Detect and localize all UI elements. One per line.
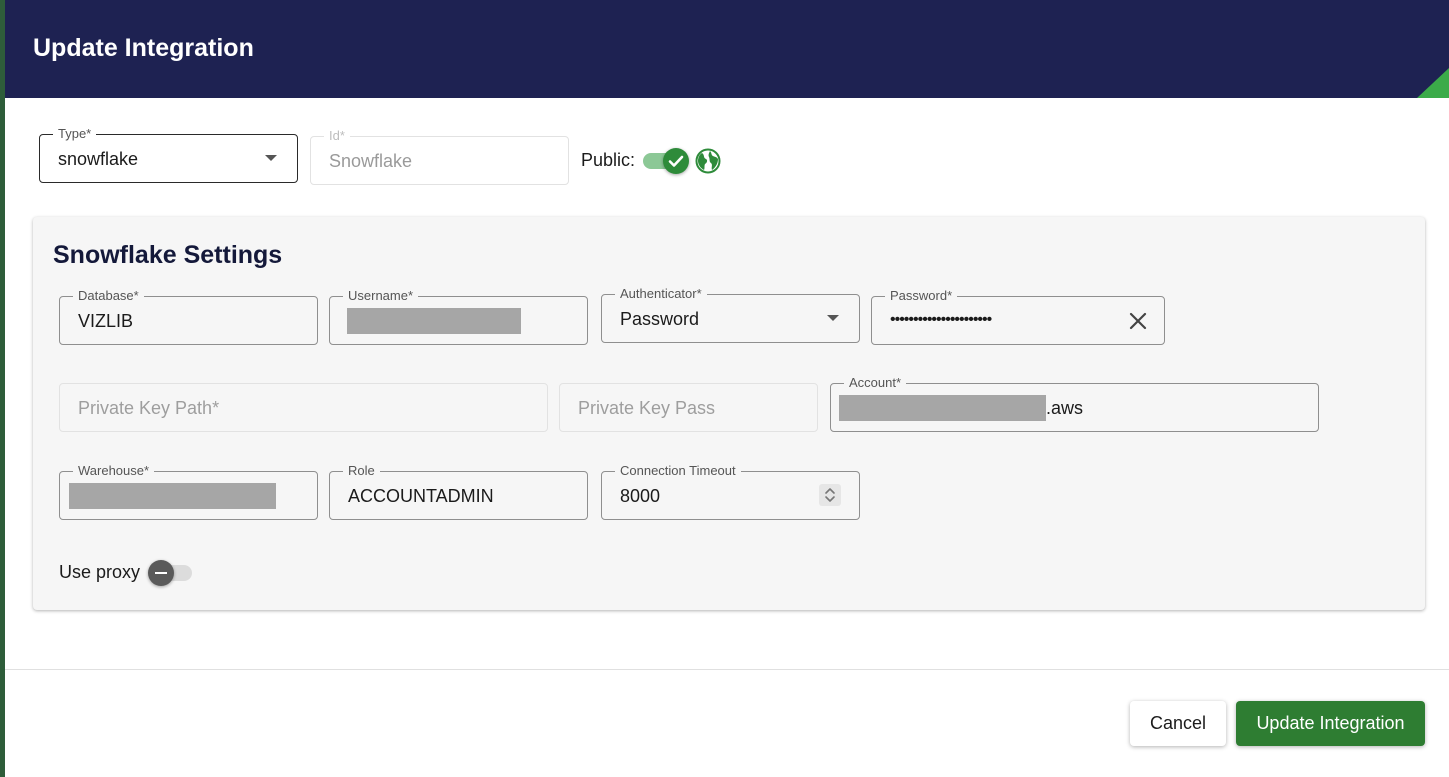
authenticator-label: Authenticator*	[615, 287, 707, 301]
username-field[interactable]: Username*	[329, 289, 588, 345]
username-label: Username*	[343, 289, 419, 303]
username-redacted	[347, 308, 521, 334]
snowflake-settings-panel: Snowflake Settings Database* VIZLIB User…	[33, 217, 1425, 610]
footer-divider	[5, 669, 1449, 670]
private-key-path-placeholder: Private Key Path*	[78, 398, 220, 418]
id-value: Snowflake	[329, 151, 413, 171]
authenticator-value: Password	[620, 309, 700, 329]
account-field[interactable]: Account* .aws	[830, 376, 1319, 432]
private-key-pass-field: Private Key Pass	[559, 383, 818, 432]
password-label: Password*	[885, 289, 958, 303]
check-icon	[663, 148, 689, 174]
password-value: ••••••••••••••••••••••	[890, 311, 992, 328]
account-redacted	[839, 395, 1046, 421]
database-value: VIZLIB	[78, 311, 134, 331]
chevron-down-icon[interactable]	[265, 155, 277, 161]
connection-timeout-field[interactable]: Connection Timeout 8000	[601, 464, 860, 520]
private-key-path-field: Private Key Path*	[59, 383, 548, 432]
warehouse-field[interactable]: Warehouse*	[59, 464, 318, 520]
id-field: Id* Snowflake	[310, 129, 569, 185]
warehouse-redacted	[69, 483, 276, 509]
globe-icon	[695, 148, 721, 174]
dialog-header: Update Integration	[5, 0, 1449, 98]
type-value: snowflake	[58, 149, 139, 169]
authenticator-select[interactable]: Authenticator* Password	[601, 287, 860, 343]
public-toggle[interactable]	[643, 148, 689, 174]
minus-icon	[148, 560, 174, 586]
password-field[interactable]: Password* ••••••••••••••••••••••	[871, 289, 1165, 345]
settings-title: Snowflake Settings	[53, 241, 283, 269]
close-icon[interactable]	[1126, 309, 1150, 333]
account-label: Account*	[844, 376, 907, 390]
update-integration-dialog: Update Integration Type* snowflake Id* S…	[5, 0, 1449, 777]
private-key-pass-placeholder: Private Key Pass	[578, 398, 716, 418]
role-value: ACCOUNTADMIN	[348, 486, 494, 506]
role-label: Role	[343, 464, 380, 478]
role-field[interactable]: Role ACCOUNTADMIN	[329, 464, 588, 520]
dialog-title: Update Integration	[33, 34, 254, 62]
use-proxy-toggle[interactable]	[148, 560, 194, 586]
database-label: Database*	[73, 289, 144, 303]
public-label: Public:	[581, 150, 636, 170]
database-field[interactable]: Database* VIZLIB	[59, 289, 318, 345]
header-corner-accent	[1417, 68, 1449, 98]
connection-timeout-value: 8000	[620, 486, 661, 506]
chevron-down-icon[interactable]	[827, 315, 839, 321]
account-value-suffix: .aws	[1046, 398, 1084, 418]
cancel-button[interactable]: Cancel	[1130, 701, 1226, 746]
use-proxy-label: Use proxy	[59, 562, 141, 582]
connection-timeout-label: Connection Timeout	[615, 464, 741, 478]
update-integration-button[interactable]: Update Integration	[1236, 701, 1425, 746]
id-label: Id*	[324, 129, 350, 143]
type-label: Type*	[53, 127, 97, 141]
spinner-icon[interactable]	[819, 484, 841, 506]
warehouse-label: Warehouse*	[73, 464, 155, 478]
type-select[interactable]: Type* snowflake	[39, 127, 298, 183]
